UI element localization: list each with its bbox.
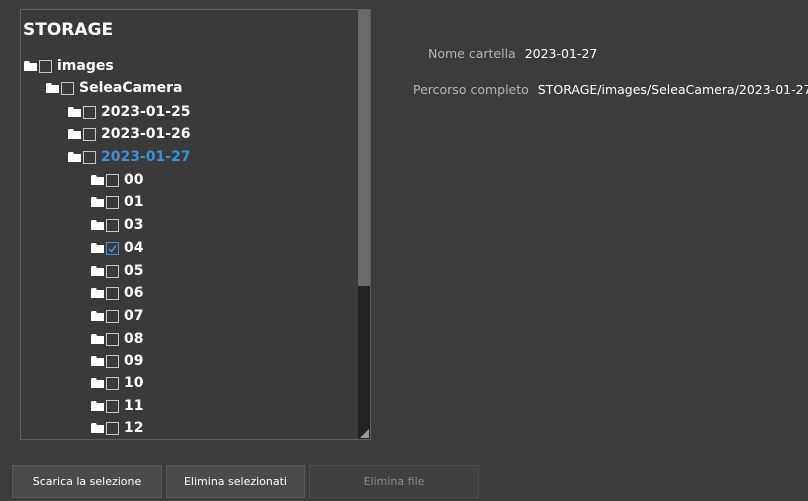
tree-node-checkbox[interactable] <box>39 59 52 73</box>
tree-node-label: 12 <box>124 420 144 436</box>
tree-scrollbar[interactable] <box>358 10 370 439</box>
delete-file-button[interactable]: Elimina file <box>309 465 479 498</box>
folder-icon <box>91 175 104 185</box>
tree-node-label: 2023-01-26 <box>101 126 191 142</box>
tree-node-label: 07 <box>124 308 144 324</box>
tree-node-checkbox[interactable] <box>106 286 119 300</box>
tree-node[interactable]: images <box>24 55 114 77</box>
tree-node-checkbox[interactable] <box>106 241 119 255</box>
tree-node[interactable]: 05 <box>91 260 143 282</box>
folder-name-row: Nome cartella 2023-01-27 <box>428 46 597 62</box>
tree-node[interactable]: 12 <box>91 417 143 439</box>
tree-node-label: 05 <box>124 263 144 279</box>
folder-icon <box>91 243 104 253</box>
tree-node[interactable]: 2023-01-27 <box>68 146 191 168</box>
folder-tree-panel[interactable]: STORAGE images SeleaCamera 2023-01-25 2023-… <box>20 9 371 440</box>
folder-icon <box>91 423 104 433</box>
tree-node-label: 04 <box>124 240 144 256</box>
tree-node-label: SeleaCamera <box>79 80 183 96</box>
tree-node[interactable]: 09 <box>91 350 143 372</box>
tree-node-label: 2023-01-27 <box>101 149 191 165</box>
tree-node-checkbox[interactable] <box>106 173 119 187</box>
tree-node[interactable]: 10 <box>91 372 143 394</box>
folder-icon <box>91 266 104 276</box>
tree-node[interactable]: 06 <box>91 282 143 304</box>
tree-node-checkbox[interactable] <box>83 105 96 119</box>
tree-node-label: 2023-01-25 <box>101 104 191 120</box>
folder-icon <box>68 152 81 162</box>
folder-icon <box>91 334 104 344</box>
tree-node[interactable]: 01 <box>91 191 143 213</box>
folder-name-value: 2023-01-27 <box>524 46 598 61</box>
tree-node-label: 03 <box>124 217 144 233</box>
tree-node-checkbox[interactable] <box>106 354 119 368</box>
tree-node-checkbox[interactable] <box>83 150 96 164</box>
folder-icon <box>68 107 81 117</box>
folder-icon <box>91 288 104 298</box>
tree-node[interactable]: 03 <box>91 214 143 236</box>
tree-node[interactable]: 07 <box>91 305 143 327</box>
folder-icon <box>91 401 104 411</box>
folder-icon <box>68 129 81 139</box>
tree-node-checkbox[interactable] <box>61 81 74 95</box>
tree-node-checkbox[interactable] <box>106 399 119 413</box>
tree-node-checkbox[interactable] <box>83 127 96 141</box>
full-path-row: Percorso completo STORAGE/images/SeleaCa… <box>413 82 808 98</box>
folder-icon <box>91 220 104 230</box>
tree-root-label[interactable]: STORAGE <box>23 20 113 40</box>
download-selection-button[interactable]: Scarica la selezione <box>12 465 162 498</box>
folder-icon <box>24 61 37 71</box>
tree-node-label: 01 <box>124 194 144 210</box>
tree-node-checkbox[interactable] <box>106 332 119 346</box>
folder-tree: STORAGE images SeleaCamera 2023-01-25 2023-… <box>21 10 358 439</box>
tree-node-label: 11 <box>124 398 144 414</box>
folder-icon <box>91 311 104 321</box>
tree-node[interactable]: 00 <box>91 169 143 191</box>
tree-node[interactable]: 2023-01-25 <box>68 101 191 123</box>
tree-node-label: 09 <box>124 353 144 369</box>
checkmark-icon <box>108 244 117 253</box>
folder-icon <box>46 83 59 93</box>
tree-node-checkbox[interactable] <box>106 218 119 232</box>
tree-node-checkbox[interactable] <box>106 421 119 435</box>
tree-node-label: 06 <box>124 285 144 301</box>
tree-node-label: 10 <box>124 375 144 391</box>
tree-node-label: 00 <box>124 172 144 188</box>
folder-icon <box>91 197 104 207</box>
delete-selected-button[interactable]: Elimina selezionati <box>166 465 305 498</box>
folder-icon <box>91 356 104 366</box>
tree-scrollbar-thumb[interactable] <box>358 10 370 286</box>
folder-name-label: Nome cartella <box>428 46 516 61</box>
tree-node[interactable]: SeleaCamera <box>46 77 182 99</box>
full-path-value: STORAGE/images/SeleaCamera/2023-01-27 <box>537 82 808 97</box>
tree-node[interactable]: 04 <box>91 237 143 259</box>
tree-node-checkbox[interactable] <box>106 264 119 278</box>
tree-node[interactable]: 08 <box>91 328 143 350</box>
tree-node-label: images <box>57 58 114 74</box>
tree-node-checkbox[interactable] <box>106 309 119 323</box>
resize-grip-icon[interactable] <box>360 429 369 438</box>
tree-node[interactable]: 11 <box>91 395 143 417</box>
tree-node-checkbox[interactable] <box>106 195 119 209</box>
tree-node-checkbox[interactable] <box>106 376 119 390</box>
tree-node-label: 08 <box>124 331 144 347</box>
full-path-label: Percorso completo <box>413 82 529 97</box>
folder-icon <box>91 378 104 388</box>
tree-node[interactable]: 2023-01-26 <box>68 123 191 145</box>
